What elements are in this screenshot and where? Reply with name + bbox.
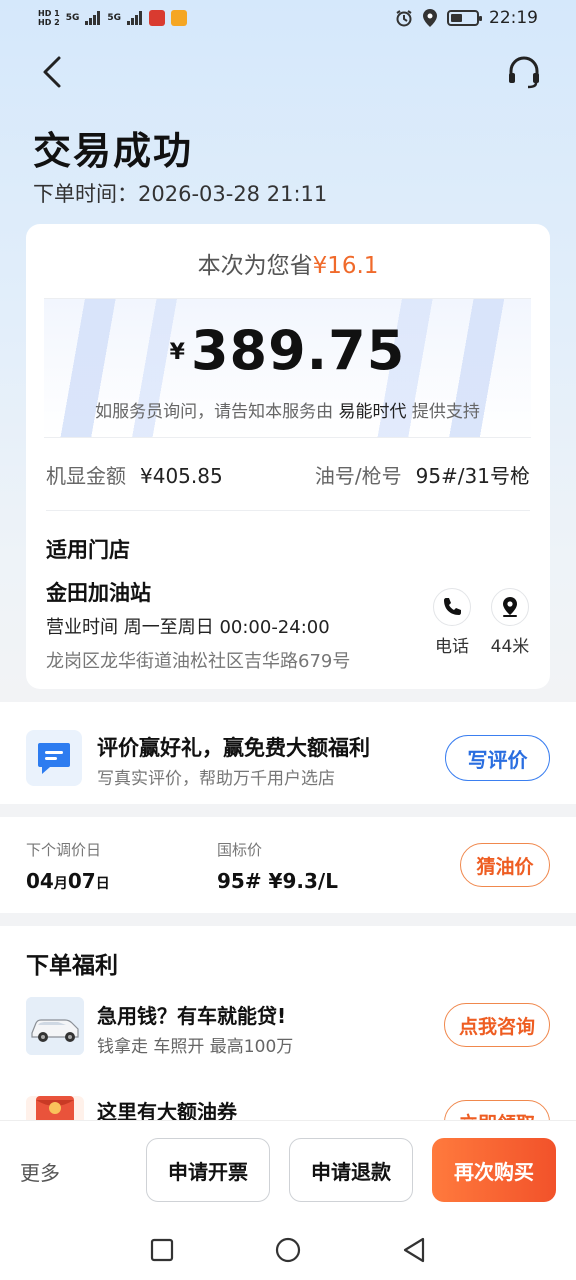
recents-button[interactable] [147,1235,177,1265]
next-adjust-date: 04月07日 [26,869,110,893]
call-label: 电话 [435,637,469,657]
signal-bars-icon [127,11,142,25]
benefits-section: 下单福利 急用钱？有车就能贷! 钱拿走 车照开 最高100万 点我咨询 这里有大… [0,926,576,1126]
amount-value: 389.75 [190,319,406,382]
national-price-value: 95# ¥9.3/L [217,869,338,893]
paid-amount: ¥389.75 [44,319,531,382]
order-info-row: 机显金额 ¥405.85 油号/枪号 95#/31号枪 [46,460,530,489]
signal-bars-icon [85,11,101,25]
hd-indicator: HD 1 HD 2 [38,9,60,27]
transaction-card: 本次为您省¥16.1 ¥389.75 如服务员询问，请告知本服务由 易能时代 提… [26,224,550,689]
display-amount-label: 机显金额 [46,464,126,488]
pump-value: 95#/31号枪 [415,464,530,488]
order-time: 下单时间：2026-03-28 21:11 [33,182,328,206]
next-adjust-day: 07 [67,869,96,893]
saving-banner: 本次为您省¥16.1 [26,246,550,280]
signal1-label: 5G [65,13,80,23]
amount-panel: ¥389.75 如服务员询问，请告知本服务由 易能时代 提供支持 [44,298,531,438]
car-loan-thumbnail [26,997,84,1055]
map-pin-icon-wrap [491,588,529,626]
top-nav [30,50,546,94]
call-store-button[interactable]: 电话 [422,588,482,657]
status-bar: HD 1 HD 2 5G 5G 22:19 [0,0,576,36]
store-hours: 营业时间 周一至周日 00:00-24:00 [46,617,330,638]
guess-price-button[interactable]: 猜油价 [460,843,550,887]
app-notification-icon [171,10,187,26]
map-pin-icon [503,597,517,617]
app-notification-icon [149,10,165,26]
battery-icon [447,10,482,26]
saving-amount: ¥16.1 [312,253,379,279]
review-icon-wrap [26,730,82,786]
chevron-left-icon [43,56,61,88]
status-left: HD 1 HD 2 5G 5G [38,9,187,27]
next-adjust-label: 下个调价日 [26,841,102,859]
review-title: 评价赢好礼，赢免费大额福利 [97,736,370,760]
consult-button[interactable]: 点我咨询 [444,1003,550,1047]
notice-prefix: 如服务员询问，请告知本服务由 [95,402,334,422]
notice-brand: 易能时代 [338,402,407,422]
bottom-action-bar: 更多 申请开票 申请退款 再次购买 [0,1120,576,1220]
hd2-label: HD 2 [38,18,60,27]
buy-again-button[interactable]: 再次购买 [432,1138,556,1202]
currency-symbol: ¥ [169,340,185,365]
next-adjust-month: 04 [26,869,54,893]
review-subtitle: 写真实评价，帮助万千用户选店 [97,769,335,789]
circle-icon [275,1237,301,1263]
car-icon [26,997,84,1055]
chat-bubble-icon [38,743,70,774]
distance-label: 44米 [490,637,530,657]
phone-icon [444,598,461,615]
display-amount: 机显金额 ¥405.85 [46,460,223,489]
alarm-icon [396,10,412,27]
location-icon [423,9,437,27]
national-price-label: 国标价 [217,841,263,859]
signal2-label: 5G [107,13,121,23]
store-section-title: 适用门店 [46,538,130,562]
notice-suffix: 提供支持 [411,402,480,422]
store-address: 龙岗区龙华街道油松社区吉华路679号 [46,651,351,672]
system-nav-bar [0,1220,576,1280]
triangle-back-icon [403,1237,425,1263]
request-refund-button[interactable]: 申请退款 [289,1138,413,1202]
more-button[interactable]: 更多 [20,1157,60,1186]
page-title: 交易成功 [33,129,194,173]
store-name: 金田加油站 [46,581,151,605]
display-amount-value: ¥405.85 [140,464,223,488]
review-section: 评价赢好礼，赢免费大额福利 写真实评价，帮助万千用户选店 写评价 [0,702,576,804]
navigate-store-button[interactable]: 44米 [480,588,540,657]
back-button[interactable] [30,50,74,94]
square-icon [150,1238,174,1262]
request-invoice-button[interactable]: 申请开票 [146,1138,270,1202]
loan-benefit-title: 急用钱？有车就能贷! [97,1004,287,1028]
hd1-label: HD 1 [38,9,60,18]
customer-service-button[interactable] [502,50,546,94]
oil-price-section: 下个调价日 04月07日 国标价 95# ¥9.3/L 猜油价 [0,817,576,913]
headset-icon [509,56,539,89]
month-unit: 月 [53,876,68,892]
service-notice: 如服务员询问，请告知本服务由 易能时代 提供支持 [44,397,531,422]
pump-label: 油号/枪号 [314,464,402,488]
home-button[interactable] [273,1235,303,1265]
write-review-button[interactable]: 写评价 [445,735,550,781]
loan-benefit-subtitle: 钱拿走 车照开 最高100万 [97,1037,294,1057]
divider [46,510,530,511]
clock: 22:19 [489,8,538,28]
saving-prefix: 本次为您省 [197,253,313,279]
battery-level [451,14,462,22]
pump-info: 油号/枪号 95#/31号枪 [315,460,530,489]
status-right: 22:19 [395,8,538,28]
benefits-title: 下单福利 [26,953,118,979]
back-nav-button[interactable] [399,1235,429,1265]
phone-icon-wrap [433,588,471,626]
day-unit: 日 [95,876,110,892]
